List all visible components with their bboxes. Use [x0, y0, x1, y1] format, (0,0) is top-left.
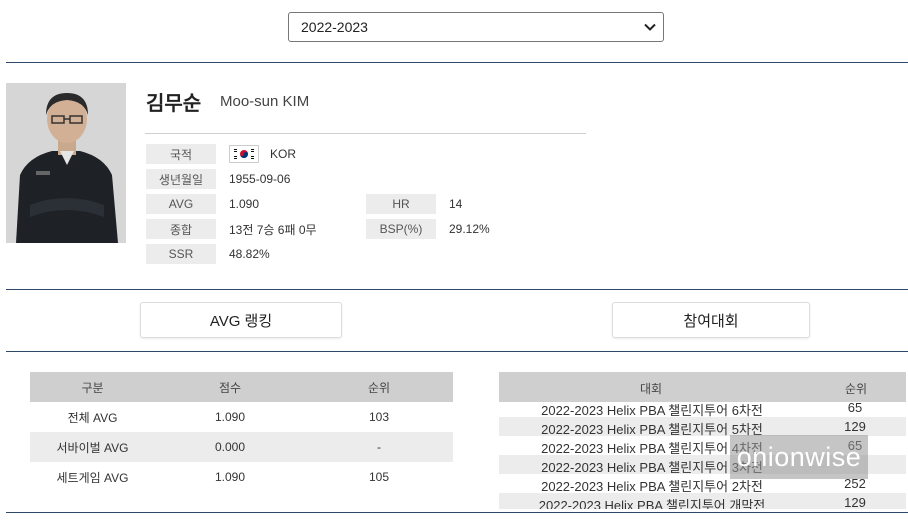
column-header: 구분 [30, 372, 155, 402]
hr-value: 14 [449, 197, 463, 211]
korea-flag-icon [229, 145, 259, 163]
table-cell: 0.000 [155, 432, 305, 462]
column-header: 순위 [305, 372, 453, 402]
competitions-button[interactable]: 참여대회 [612, 302, 810, 338]
table-header-row: 구분 점수 순위 [30, 372, 453, 402]
total-record-value: 13전 7승 6패 0무 [229, 222, 317, 237]
table-cell: 전체 AVG [67, 410, 118, 425]
table-cell: 103 [368, 410, 390, 424]
avg-ranking-button[interactable]: AVG 랭킹 [140, 302, 342, 338]
divider-lower [6, 351, 908, 352]
competition-rank: 65 [847, 400, 863, 415]
divider-top [6, 62, 908, 63]
table-row: 세트게임 AVG 1.090 105 [30, 462, 453, 492]
birthdate-value: 1955-09-06 [229, 172, 291, 186]
table-row: 전체 AVG 1.090 103 [30, 402, 453, 432]
player-name-english: Moo-sun KIM [220, 93, 310, 110]
total-record-label: 종합 [146, 219, 216, 239]
hr-label: HR [366, 194, 436, 214]
avg-label: AVG [146, 194, 216, 214]
competition-rank: 129 [844, 419, 866, 434]
competition-table-header: 대회 순위 [499, 372, 906, 402]
ssr-value: 48.82% [229, 247, 270, 261]
table-cell: 세트게임 AVG [56, 470, 129, 485]
divider-bottom [6, 512, 908, 513]
table-cell: 1.090 [214, 410, 246, 424]
avg-ranking-table: 구분 점수 순위 전체 AVG 1.090 103 서바이벌 AVG 0.000… [30, 372, 453, 492]
table-cell: 1.090 [214, 470, 246, 484]
season-select[interactable]: 2022-2023 [288, 12, 664, 42]
table-cell: 서바이벌 AVG [30, 432, 155, 462]
nationality-value: KOR [270, 147, 297, 161]
watermark: onionwise [730, 435, 868, 479]
chevron-down-icon [644, 23, 656, 31]
table-row[interactable]: 2022-2023 Helix PBA 챌린지투어 5차전 129 [499, 417, 906, 437]
bsp-label: BSP(%) [366, 219, 436, 239]
table-cell: 105 [368, 470, 390, 484]
avg-value: 1.090 [229, 197, 260, 211]
table-cell: - [305, 432, 453, 462]
season-select-value: 2022-2023 [301, 19, 368, 35]
player-photo [6, 83, 126, 243]
player-name-korean: 김무순 [146, 93, 202, 115]
table-row[interactable]: 2022-2023 Helix PBA 챌린지투어 개막전 129 [499, 493, 906, 509]
ssr-label: SSR [146, 244, 216, 264]
nationality-label: 국적 [146, 144, 216, 164]
birthdate-label: 생년월일 [146, 169, 216, 189]
name-underline [145, 133, 586, 134]
competition-name: 2022-2023 Helix PBA 챌린지투어 개막전 [538, 498, 766, 509]
column-header: 점수 [155, 372, 305, 402]
bsp-value: 29.12% [449, 222, 490, 236]
column-header: 순위 [845, 382, 868, 396]
column-header: 대회 [640, 382, 663, 396]
table-row: 서바이벌 AVG 0.000 - [30, 432, 453, 462]
divider-middle [6, 289, 908, 290]
competition-rank: 129 [844, 495, 866, 509]
